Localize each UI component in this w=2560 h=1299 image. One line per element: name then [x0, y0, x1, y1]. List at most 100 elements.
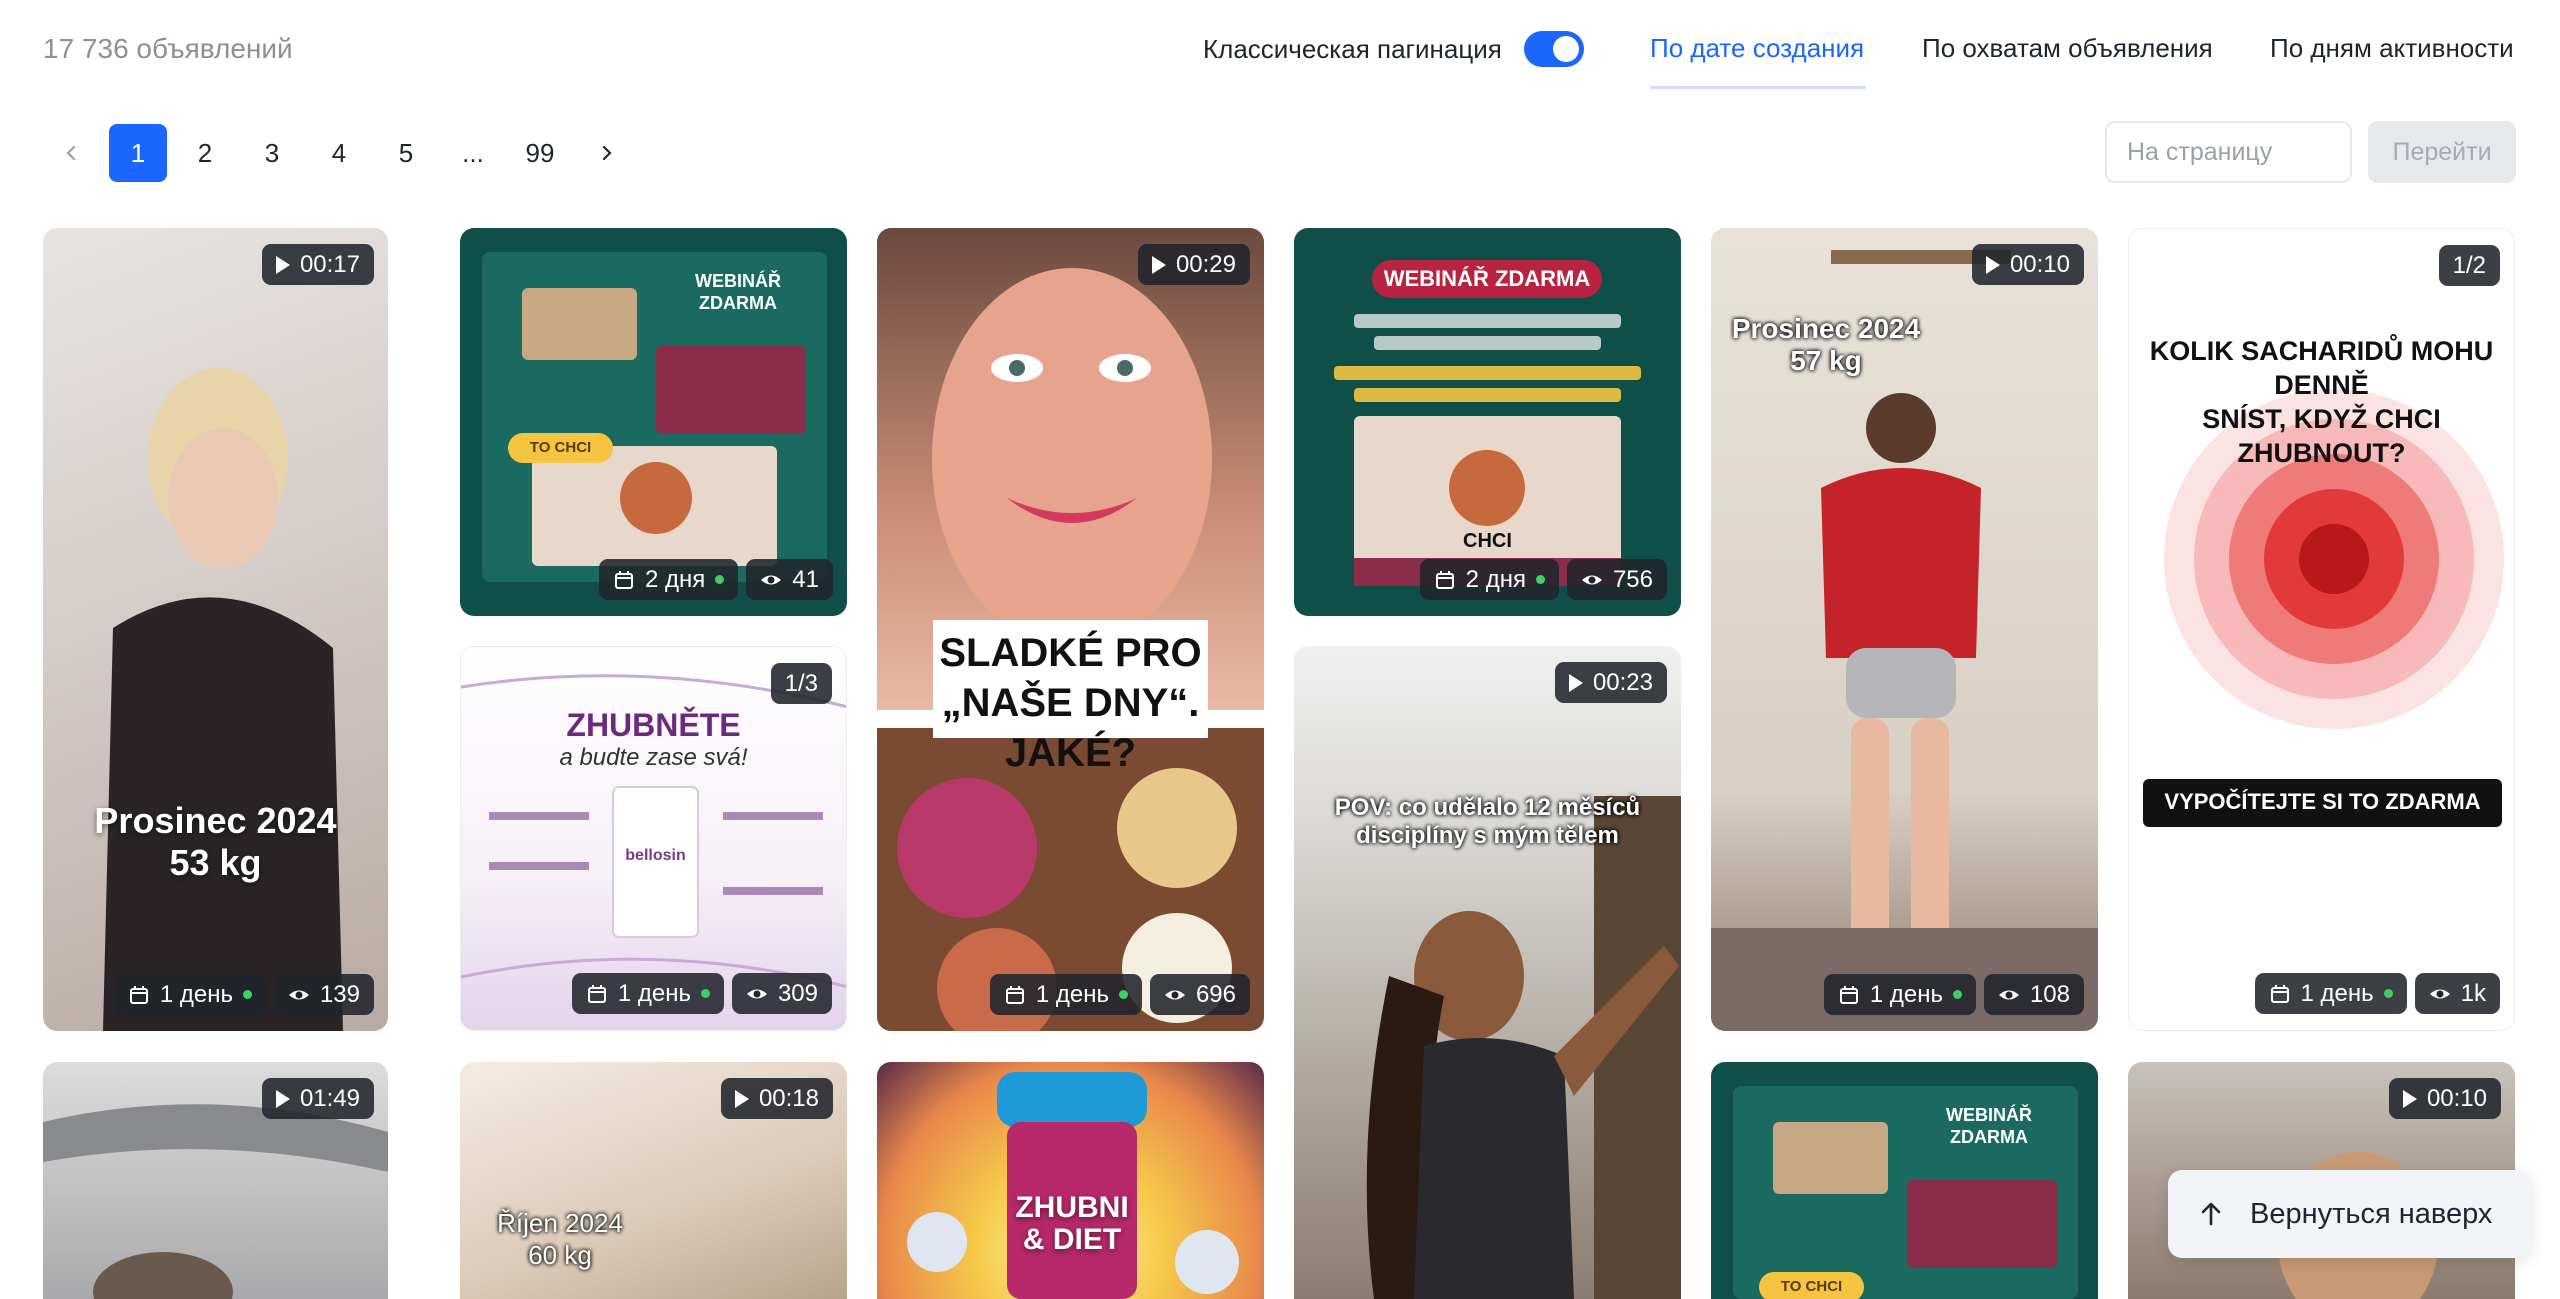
play-icon — [275, 1089, 290, 1108]
ad-thumbnail — [460, 228, 847, 616]
overlay-text-line: 53 kg — [169, 842, 262, 883]
eye-icon — [1581, 575, 1602, 584]
duration-badge: 00:23 — [1554, 662, 1667, 703]
ad-card[interactable]: WEBINÁŘ ZDARMA CHCI 2 дня 756 — [1294, 228, 1681, 616]
views-chip: 1k — [2414, 973, 2500, 1014]
duration-badge: 00:29 — [1137, 244, 1250, 285]
page-button-3[interactable]: 3 — [243, 124, 301, 182]
tab-sort-by-reach[interactable]: По охватам объявления — [1922, 33, 2213, 64]
tab-sort-by-date[interactable]: По дате создания — [1650, 33, 1864, 64]
play-icon — [1985, 255, 2000, 274]
views-text: 1k — [2460, 979, 2486, 1007]
page-button-5[interactable]: 5 — [377, 124, 435, 182]
overlay-text-line: KOLIK SACHARIDŮ MOHU DENNĚ — [2149, 336, 2494, 400]
play-icon — [2402, 1089, 2417, 1108]
ad-card[interactable]: WEBINÁŘ ZDARMA TO CHCI 2 дня 41 — [460, 228, 847, 616]
play-icon — [734, 1089, 749, 1108]
age-text: 2 дня — [1465, 565, 1526, 593]
active-status-dot — [1952, 990, 1962, 999]
overlay-text-line: VYPOČÍTEJTE SI TO ZDARMA — [2164, 789, 2481, 814]
views-text: 139 — [319, 980, 360, 1008]
overlay-text-line: ZHUBNI — [1015, 1191, 1129, 1224]
age-chip: 2 дня — [1419, 559, 1559, 600]
ad-card[interactable]: SLADKÉ PRO „NAŠE DNY“. JAKÉ? 00:29 1 ден… — [877, 228, 1264, 1031]
eye-icon — [288, 990, 309, 999]
ad-card[interactable]: Prosinec 2024 53 kg 00:17 1 день 139 — [43, 228, 388, 1031]
overlay-product-name: bellosin — [625, 847, 686, 864]
overlay-text-line: a budte zase svá! — [559, 744, 748, 771]
overlay-text-line: Říjen 2024 — [497, 1208, 623, 1238]
prev-page-chevron-icon[interactable] — [42, 124, 100, 182]
duration-badge: 00:10 — [2388, 1078, 2501, 1119]
go-to-page-button[interactable]: Перейти — [2368, 121, 2516, 183]
overlay-text-line: WEBINÁŘ ZDARMA — [1383, 266, 1591, 291]
overlay-text-line: & DIET — [1022, 1223, 1122, 1256]
views-text: 41 — [792, 565, 819, 593]
overlay-text-line: ZDARMA — [699, 293, 777, 313]
page-button-99[interactable]: 99 — [511, 124, 569, 182]
ad-card[interactable]: 01:49 — [43, 1062, 388, 1299]
views-text: 696 — [1195, 980, 1236, 1008]
slides-badge: 1/2 — [2438, 245, 2500, 286]
active-status-dot — [715, 575, 725, 584]
views-chip: 108 — [1983, 974, 2084, 1015]
next-page-chevron-icon[interactable] — [578, 124, 636, 182]
eye-icon — [746, 989, 767, 998]
age-text: 1 день — [617, 979, 691, 1007]
overlay-text-line: ZDARMA — [1950, 1127, 2028, 1147]
overlay-text-line: CHCI — [1463, 530, 1512, 552]
overlay-text-line: Prosinec 2024 — [1731, 313, 1921, 344]
duration-text: 00:10 — [2009, 250, 2070, 278]
ad-card[interactable]: ZHUBNI & DIET — [877, 1062, 1264, 1299]
page-button-4[interactable]: 4 — [310, 124, 368, 182]
age-text: 2 дня — [645, 565, 706, 593]
overlay-text-line: 60 kg — [528, 1240, 592, 1270]
duration-badge: 00:17 — [261, 244, 374, 285]
play-icon — [1568, 673, 1583, 692]
classic-pagination-toggle-group[interactable]: Классическая пагинация — [1203, 31, 1584, 67]
age-chip: 1 день — [113, 974, 266, 1015]
tab-sort-by-active-days[interactable]: По дням активности — [2270, 33, 2514, 64]
eye-icon — [1998, 990, 2019, 999]
ads-total-count: 17 736 объявлений — [43, 33, 293, 64]
ad-card[interactable]: Prosinec 2024 57 kg 00:10 1 день 108 — [1711, 228, 2098, 1031]
views-chip: 309 — [731, 973, 832, 1014]
ad-card[interactable]: ZHUBNĚTE a budte zase svá! bellosin 1/3 … — [460, 646, 847, 1031]
eye-icon — [1164, 990, 1185, 999]
active-status-dot — [1535, 575, 1545, 584]
views-chip: 696 — [1149, 974, 1250, 1015]
calendar-icon — [587, 984, 606, 1003]
arrow-up-icon — [2201, 1202, 2221, 1226]
ad-card[interactable]: WEBINÁŘ ZDARMA TO CHCI — [1711, 1062, 2098, 1299]
calendar-icon — [1005, 985, 1024, 1004]
age-text: 1 день — [2300, 979, 2374, 1007]
back-to-top-button[interactable]: Вернуться наверх — [2168, 1170, 2531, 1258]
ad-card[interactable]: POV: co udělalo 12 měsíců disciplíny s m… — [1294, 646, 1681, 1299]
views-chip: 139 — [273, 974, 374, 1015]
duration-text: 00:23 — [1592, 668, 1653, 696]
page-button-2[interactable]: 2 — [176, 124, 234, 182]
eye-icon — [2429, 989, 2450, 998]
views-chip: 756 — [1566, 559, 1667, 600]
classic-pagination-toggle[interactable] — [1523, 31, 1584, 67]
duration-text: 00:18 — [758, 1084, 819, 1112]
overlay-text-line: POV: co udělalo 12 měsíců — [1334, 794, 1641, 821]
views-text: 756 — [1612, 565, 1653, 593]
ad-card[interactable]: Říjen 2024 60 kg 00:18 — [460, 1062, 847, 1299]
duration-text: 00:29 — [1175, 250, 1236, 278]
age-text: 1 день — [1869, 980, 1943, 1008]
page-button-1[interactable]: 1 — [109, 124, 167, 182]
age-chip: 1 день — [989, 974, 1142, 1015]
page-ellipsis: ... — [462, 137, 484, 168]
duration-badge: 00:10 — [1971, 244, 2084, 285]
active-status-dot — [1118, 990, 1128, 999]
active-tab-underline — [1650, 86, 1866, 89]
active-status-dot — [2383, 989, 2393, 998]
age-chip: 1 день — [1823, 974, 1976, 1015]
overlay-text-line: Prosinec 2024 — [94, 800, 337, 841]
overlay-text-line: SNÍST, KDYŽ CHCI ZHUBNOUT? — [2202, 404, 2441, 468]
overlay-text-line: 57 kg — [1790, 345, 1862, 376]
go-to-page-input[interactable] — [2105, 121, 2352, 183]
ad-card[interactable]: KOLIK SACHARIDŮ MOHU DENNĚ SNÍST, KDYŽ C… — [2128, 228, 2515, 1031]
overlay-text-line: WEBINÁŘ — [1946, 1105, 2032, 1125]
